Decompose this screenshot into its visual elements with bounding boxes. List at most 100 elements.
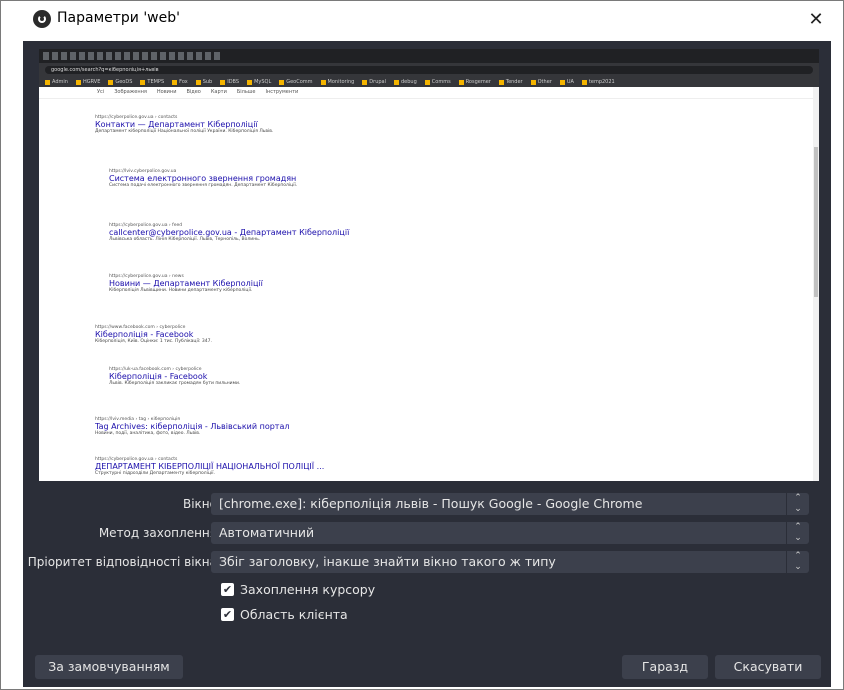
bookmark-item: UA — [559, 79, 574, 85]
priority-label: Пріоритет відповідності вікна — [27, 555, 217, 569]
folder-icon — [424, 79, 430, 85]
capture-method-label: Метод захоплення — [98, 526, 217, 540]
google-tool-tab: Карти — [210, 89, 227, 95]
result-title: Новини — Департамент Кіберполіції — [109, 279, 263, 288]
bookmark-item: GeoComm — [279, 79, 313, 85]
dialog-title: Параметри 'web' — [57, 10, 180, 26]
result-snippet: Львів. Кіберполіція закликає громадян бу… — [109, 381, 241, 386]
bookmark-item: IDBS — [220, 79, 239, 85]
result-snippet: Кіберполіція Львівщини. Новини департаме… — [109, 288, 253, 293]
folder-icon — [362, 79, 368, 85]
browser-tab — [106, 52, 112, 60]
bookmark-item: Monitoring — [320, 79, 354, 85]
settings-dialog: Параметри 'web' ✕ google.com/search?q=кі… — [0, 0, 844, 690]
folder-icon — [220, 79, 226, 85]
checkmark-icon: ✔ — [221, 608, 234, 621]
folder-icon — [320, 79, 326, 85]
search-result: https://www.facebook.com › cyberpolice Кі… — [95, 325, 355, 345]
result-title: ДЕПАРТАМЕНТ КІБЕРПОЛІЦІЇ НАЦІОНАЛЬНОЇ ПО… — [95, 462, 325, 471]
client-area-label: Область клієнта — [240, 607, 348, 622]
capture-cursor-checkbox[interactable]: ✔ Захоплення курсору — [221, 582, 375, 597]
folder-icon — [530, 79, 536, 85]
browser-tab — [187, 52, 193, 60]
scrollbar-thumb — [814, 147, 818, 297]
result-snippet: Новини, події, аналітика, фото, відео. Л… — [95, 431, 201, 436]
bookmark-item: GeoDS — [108, 79, 132, 85]
google-tool-tab: Відео — [186, 89, 201, 95]
checkmark-icon: ✔ — [221, 583, 234, 596]
chevron-updown-icon: ⌃ ⌄ — [786, 522, 809, 544]
browser-tab — [169, 52, 175, 60]
browser-address-bar: google.com/search?q=кіберполіція+львів — [39, 63, 819, 77]
browser-tab — [43, 52, 49, 60]
browser-tab-strip — [39, 49, 819, 63]
obs-logo-icon — [33, 10, 51, 28]
browser-tab — [142, 52, 148, 60]
bookmark-item: HGRVE — [75, 79, 100, 85]
window-select[interactable]: [chrome.exe]: кіберполіція львів - Пошук… — [211, 493, 809, 515]
result-snippet: Система подачі електронного звернення гр… — [109, 183, 298, 188]
close-button[interactable]: ✕ — [803, 7, 829, 33]
search-result: https://cyberpolice.gov.ua › news Новини … — [109, 274, 369, 294]
google-tool-tab: Більше — [236, 89, 256, 95]
search-result: https://lviv.cyberpolice.gov.ua Система е… — [109, 169, 369, 189]
priority-select[interactable]: Збіг заголовку, інакше знайти вікно тако… — [211, 551, 809, 573]
capture-preview: google.com/search?q=кіберполіція+львів A… — [39, 49, 819, 481]
result-title: callcenter@cyberpolice.gov.ua - Департам… — [109, 228, 350, 237]
browser-tab — [88, 52, 94, 60]
bookmark-item: Rosgemer — [458, 79, 491, 85]
capture-cursor-label: Захоплення курсору — [240, 582, 376, 597]
folder-icon — [172, 79, 178, 85]
browser-tab — [79, 52, 85, 60]
capture-method-select[interactable]: Автоматичний ⌃ ⌄ — [211, 522, 809, 544]
result-title: Контакти — Департамент Кіберполіції — [95, 120, 258, 129]
result-title: Кіберполіція - Facebook — [95, 330, 194, 339]
client-area-checkbox[interactable]: ✔ Область клієнта — [221, 607, 348, 622]
search-result: https://cyberpolice.gov.ua › contacts Кон… — [95, 115, 355, 135]
ok-button[interactable]: Гаразд — [622, 655, 708, 679]
browser-tab — [124, 52, 130, 60]
google-tool-tab: Усі — [97, 89, 105, 95]
preview-scrollbar — [813, 87, 819, 481]
bookmark-item: Other — [530, 79, 552, 85]
folder-icon — [45, 79, 50, 85]
bookmark-item: TEMPS — [140, 79, 164, 85]
browser-tab — [160, 52, 166, 60]
result-snippet: Структурні підрозділи Департаменту кібер… — [95, 471, 215, 476]
browser-tab — [133, 52, 139, 60]
folder-icon — [458, 79, 464, 85]
folder-icon — [581, 79, 587, 85]
browser-tab — [151, 52, 157, 60]
google-tool-tab: Зображення — [114, 89, 147, 95]
bookmark-item: Drupal — [362, 79, 386, 85]
bookmark-item: Sub — [195, 79, 212, 85]
browser-tab — [205, 52, 211, 60]
bookmark-item: Tender — [498, 79, 523, 85]
folder-icon — [498, 79, 504, 85]
google-tools-bar: Усі Зображення Новини Відео Карти Більше Інстр… — [39, 87, 819, 99]
defaults-button[interactable]: За замовчуванням — [35, 655, 183, 679]
search-result: https://uk-ua.facebook.com › cyberpolice… — [109, 367, 369, 387]
browser-tab — [214, 52, 220, 60]
browser-tab — [52, 52, 58, 60]
bookmark-item: temp2021 — [581, 79, 615, 85]
title-bar: Параметри 'web' ✕ — [1, 1, 843, 39]
browser-tab — [115, 52, 121, 60]
folder-icon — [195, 79, 201, 85]
chevron-updown-icon: ⌃ ⌄ — [786, 493, 809, 515]
folder-icon — [559, 79, 565, 85]
bookmark-item: Comms — [424, 79, 451, 85]
result-title: Система електронного звернення громадян — [109, 174, 297, 183]
folder-icon — [394, 79, 399, 85]
chevron-updown-icon: ⌃ ⌄ — [786, 551, 809, 573]
google-tool-tab: Інструменти — [265, 89, 299, 95]
priority-value: Збіг заголовку, інакше знайти вікно тако… — [219, 554, 556, 569]
result-title: Кіберполіція - Facebook — [109, 372, 208, 381]
browser-bookmarks-bar: Admin HGRVE GeoDS TEMPS Fox Sub IDBS MySQL GeoCo… — [39, 77, 819, 87]
browser-tab — [70, 52, 76, 60]
google-tool-tab: Новини — [156, 89, 177, 95]
cancel-button[interactable]: Скасувати — [715, 655, 821, 679]
bookmark-item: Fox — [172, 79, 188, 85]
result-snippet: Кіберполіція, Київ. Оцінки: 1 тис. Публі… — [95, 339, 212, 344]
capture-method-value: Автоматичний — [219, 525, 315, 540]
